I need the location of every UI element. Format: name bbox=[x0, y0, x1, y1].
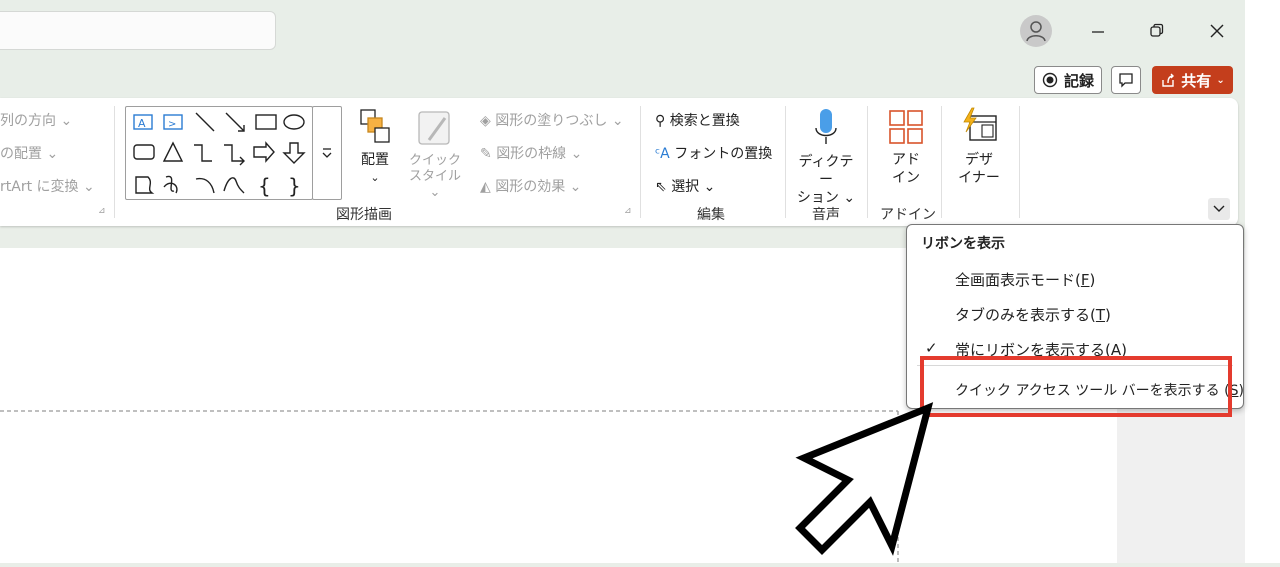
menu-item-text: 全画面表示モード( bbox=[955, 271, 1081, 289]
ribbon: 列の方向 ⌄ の配置 ⌄ rtArt に変換 ⌄ ⊿ A > {} 配置 ⌄ … bbox=[0, 98, 1238, 226]
comment-icon bbox=[1119, 73, 1133, 88]
addins-label-2: イン bbox=[892, 170, 920, 186]
quick-styles-button[interactable]: クイック スタイル ⌄ bbox=[403, 108, 467, 201]
shape-outline-button[interactable]: ✎ 図形の枠線 ⌄ bbox=[480, 143, 582, 163]
menu-item-key: F bbox=[1080, 271, 1090, 289]
replace-font-label: フォントの置換 bbox=[674, 146, 773, 162]
record-icon bbox=[1042, 72, 1058, 88]
check-icon: ✓ bbox=[925, 339, 938, 357]
search-icon: ⚲ bbox=[655, 113, 666, 129]
menu-item-tabs-only[interactable]: タブのみを表示する(T) bbox=[955, 304, 1111, 325]
minimize-icon bbox=[1092, 31, 1104, 33]
quick-style-icon bbox=[418, 111, 450, 145]
share-icon bbox=[1162, 73, 1175, 87]
find-replace-label: 検索と置換 bbox=[669, 113, 740, 129]
share-button[interactable]: 共有 ⌄ bbox=[1152, 66, 1233, 94]
pointer-arrow-icon bbox=[795, 402, 934, 556]
designer-icon bbox=[963, 107, 997, 141]
quick-style-label-wrap: スタイル ⌄ bbox=[408, 169, 461, 200]
shape-effects-button[interactable]: ◭ 図形の効果 ⌄ bbox=[480, 176, 581, 196]
dialog-launcher-icon[interactable]: ⊿ bbox=[624, 206, 632, 216]
dictate-label-1: ディクテー bbox=[798, 154, 854, 188]
addins-button[interactable]: アド イン bbox=[880, 108, 932, 187]
quick-style-label-2: スタイル bbox=[408, 169, 461, 184]
group-separator bbox=[941, 106, 942, 218]
shapes-icons: A > { } bbox=[133, 112, 306, 198]
group-separator bbox=[640, 106, 641, 218]
microphone-icon bbox=[815, 109, 837, 144]
addins-icon bbox=[889, 110, 923, 144]
dictate-button[interactable]: ディクテー ション ⌄ bbox=[792, 106, 860, 207]
restore-icon bbox=[1150, 23, 1164, 37]
close-icon bbox=[1210, 24, 1224, 38]
quick-style-label-1: クイック bbox=[408, 153, 461, 168]
shape-fill-button[interactable]: ◈ 図形の塗りつぶし ⌄ bbox=[480, 110, 624, 130]
text-direction-button[interactable]: 列の方向 ⌄ bbox=[0, 110, 72, 130]
minimize-button[interactable] bbox=[1080, 14, 1116, 48]
edit-group-title: 編集 bbox=[697, 207, 725, 223]
comments-button[interactable] bbox=[1111, 66, 1141, 94]
chevron-down-icon: ⌄ bbox=[370, 171, 380, 184]
voice-group-title: 音声 bbox=[812, 207, 840, 223]
svg-text:>: > bbox=[168, 119, 176, 130]
effects-icon: ◭ bbox=[480, 179, 491, 195]
replace-font-button[interactable]: ᶜA フォントの置換 bbox=[655, 143, 772, 163]
select-label: 選択 bbox=[671, 179, 700, 195]
search-box[interactable] bbox=[0, 11, 276, 50]
more-icon bbox=[322, 148, 332, 158]
shapes-gallery[interactable]: A > { } bbox=[125, 106, 313, 200]
svg-text:}: } bbox=[288, 174, 301, 198]
dialog-launcher-icon[interactable]: ⊿ bbox=[98, 206, 106, 216]
text-direction-label: 列の方向 bbox=[0, 113, 56, 129]
arrange-label: 配置 bbox=[361, 152, 389, 168]
menu-item-end: ) bbox=[1089, 271, 1096, 289]
menu-item-text: タブのみを表示する( bbox=[955, 306, 1096, 324]
group-separator bbox=[114, 106, 115, 218]
avatar[interactable] bbox=[1020, 15, 1052, 47]
shape-effects-label: 図形の効果 bbox=[495, 179, 566, 195]
group-separator bbox=[867, 106, 868, 218]
align-text-label: の配置 bbox=[0, 146, 42, 162]
menu-item-key: T bbox=[1095, 306, 1106, 324]
group-separator bbox=[785, 106, 786, 218]
group-separator bbox=[1019, 106, 1020, 218]
smartart-convert-button[interactable]: rtArt に変換 ⌄ bbox=[0, 176, 95, 196]
user-icon bbox=[1026, 21, 1046, 42]
drawing-group-title: 図形描画 bbox=[336, 207, 392, 223]
smartart-label: rtArt に変換 bbox=[0, 179, 79, 195]
highlight-box bbox=[920, 356, 1232, 417]
addins-label-1: アド bbox=[892, 152, 920, 168]
pencil-icon: ✎ bbox=[480, 146, 492, 162]
arrange-button[interactable]: 配置 ⌄ bbox=[352, 108, 398, 187]
chevron-down-icon bbox=[1213, 205, 1225, 212]
svg-text:A: A bbox=[138, 117, 146, 130]
cursor-icon: ⇖ bbox=[655, 179, 667, 195]
ribbon-display-options-button[interactable] bbox=[1208, 198, 1230, 220]
shape-outline-label: 図形の枠線 bbox=[496, 146, 567, 162]
window-edge bbox=[1245, 0, 1280, 563]
menu-item-end: ) bbox=[1105, 306, 1111, 324]
restore-button[interactable] bbox=[1139, 14, 1175, 48]
addin-group-title: アドイン bbox=[880, 207, 936, 223]
share-label: 共有 bbox=[1181, 71, 1212, 90]
designer-label-2: イナー bbox=[958, 170, 1000, 186]
arrange-icon bbox=[360, 109, 390, 143]
designer-label-1: デザ bbox=[965, 152, 993, 168]
paint-bucket-icon: ◈ bbox=[480, 113, 491, 129]
shape-fill-label: 図形の塗りつぶし bbox=[495, 113, 608, 129]
menu-item-fullscreen[interactable]: 全画面表示モード(F) bbox=[955, 269, 1095, 290]
find-replace-button[interactable]: ⚲ 検索と置換 bbox=[655, 110, 740, 130]
font-replace-icon: ᶜA bbox=[655, 146, 670, 162]
select-button[interactable]: ⇖ 選択 ⌄ bbox=[655, 176, 715, 196]
shapes-more-button[interactable] bbox=[312, 106, 342, 200]
chevron-down-icon: ⌄ bbox=[1216, 74, 1225, 86]
record-label: 記録 bbox=[1063, 71, 1094, 90]
close-button[interactable] bbox=[1199, 14, 1235, 48]
designer-button[interactable]: デザ イナー bbox=[950, 106, 1008, 187]
svg-text:{: { bbox=[258, 174, 271, 198]
align-text-button[interactable]: の配置 ⌄ bbox=[0, 143, 58, 163]
record-button[interactable]: 記録 bbox=[1034, 66, 1102, 94]
menu-title: リボンを表示 bbox=[921, 236, 1005, 252]
menu-item-end: ) bbox=[1238, 383, 1244, 399]
